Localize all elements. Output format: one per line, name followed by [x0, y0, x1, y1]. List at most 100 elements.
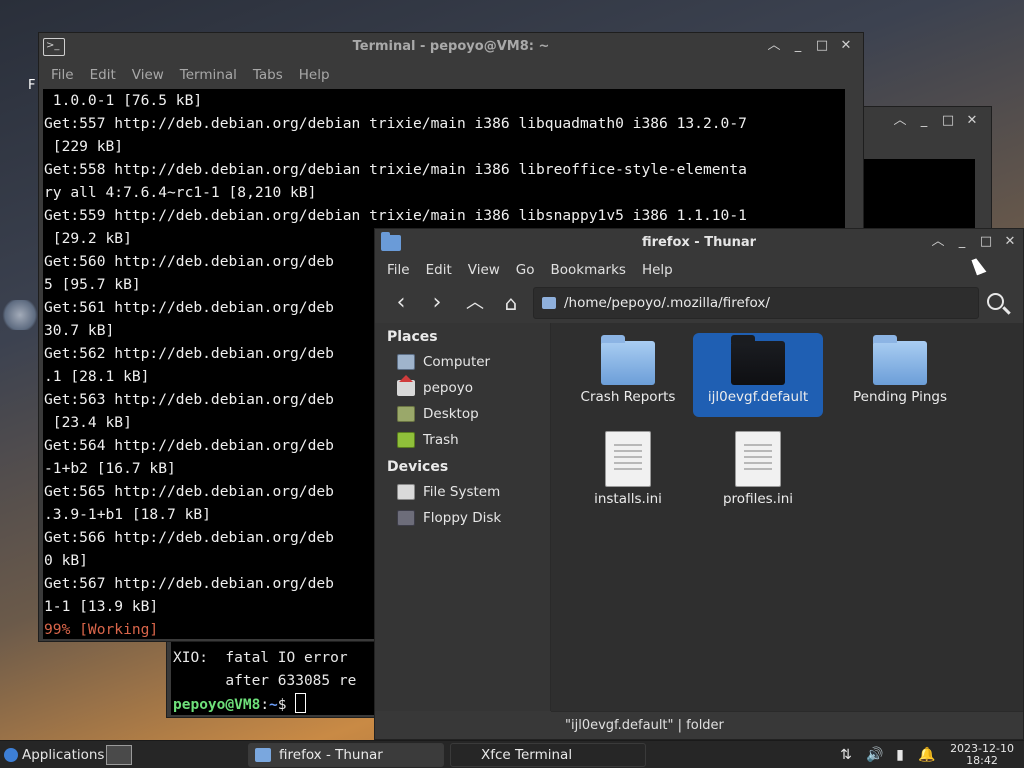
sidebar: Places Computer pepoyo Desktop Trash Dev…	[375, 323, 551, 713]
applications-icon	[4, 748, 18, 762]
sidebar-item-label: File System	[423, 484, 501, 500]
desktop-icon	[397, 406, 415, 422]
menu-edit[interactable]: Edit	[426, 262, 452, 278]
computer-icon	[397, 354, 415, 370]
maximize-icon[interactable]: □	[941, 113, 955, 129]
folder-icon	[601, 335, 655, 385]
terminal-line: ry all 4:7.6.4~rc1-1 [8,210 kB]	[44, 184, 317, 201]
applications-menu[interactable]: Applications	[4, 741, 104, 768]
drive-icon	[397, 484, 415, 500]
task-label: Xfce Terminal	[481, 747, 573, 763]
sidebar-item-label: Trash	[423, 432, 459, 448]
sidebar-item-label: Floppy Disk	[423, 510, 502, 526]
folder-icon	[542, 297, 556, 309]
menu-go[interactable]: Go	[516, 262, 535, 278]
menu-edit[interactable]: Edit	[90, 67, 116, 83]
home-icon[interactable]: ⌂	[497, 289, 525, 317]
thunar-menubar: File Edit View Go Bookmarks Help	[375, 257, 1023, 283]
task-terminal[interactable]: 2 Xfce Terminal	[450, 743, 646, 767]
menu-file[interactable]: File	[387, 262, 410, 278]
task-thunar[interactable]: firefox - Thunar	[248, 743, 444, 767]
back-terminal-output: XIO: fatal IO error after 633085 re pepoy…	[173, 647, 356, 717]
file-label: Crash Reports	[580, 389, 676, 405]
menu-terminal[interactable]: Terminal	[180, 67, 237, 83]
network-icon[interactable]: ⇅	[838, 747, 854, 763]
sidebar-item-home[interactable]: pepoyo	[375, 375, 550, 401]
minimize-icon[interactable]: _	[917, 113, 931, 129]
file-item-installs-ini[interactable]: installs.ini	[563, 427, 693, 511]
shade-icon[interactable]: ︿	[893, 113, 907, 129]
floppy-disk-icon	[397, 510, 415, 526]
task-label: firefox - Thunar	[279, 747, 383, 763]
clock-time: 18:42	[966, 754, 998, 767]
file-label: ijl0evgf.default	[707, 389, 809, 405]
places-header: Places	[387, 329, 438, 345]
workspace-switcher[interactable]	[106, 745, 132, 765]
thunar-toolbar: ‹ › ︿ ⌂ /home/pepoyo/.mozilla/firefox/	[375, 283, 1023, 323]
sidebar-item-computer[interactable]: Computer	[375, 349, 550, 375]
shell-prompt[interactable]: pepoyo@VM8:~$	[173, 693, 356, 717]
minimize-icon[interactable]: _	[955, 234, 969, 250]
menu-view[interactable]: View	[468, 262, 500, 278]
maximize-icon[interactable]: □	[979, 234, 993, 250]
close-icon[interactable]: ✕	[839, 38, 853, 54]
close-icon[interactable]: ✕	[1003, 234, 1017, 250]
menu-tabs[interactable]: Tabs	[253, 67, 283, 83]
window-title: Terminal - pepoyo@VM8: ~	[352, 39, 550, 54]
menu-help[interactable]: Help	[299, 67, 330, 83]
menu-help[interactable]: Help	[642, 262, 673, 278]
sidebar-item-filesystem[interactable]: File System	[375, 479, 550, 505]
battery-icon[interactable]: ▮	[892, 747, 908, 763]
file-item-profile-folder[interactable]: ijl0evgf.default	[693, 333, 823, 417]
notification-bell-icon[interactable]: 🔔	[918, 747, 935, 763]
terminal-titlebar[interactable]: >_ Terminal - pepoyo@VM8: ~ ︿ _ □ ✕	[39, 33, 863, 61]
desktop-icon[interactable]	[0, 300, 40, 330]
applications-label: Applications	[22, 747, 105, 763]
sidebar-item-desktop[interactable]: Desktop	[375, 401, 550, 427]
terminal-line: Get:557 http://deb.debian.org/debian tri…	[44, 115, 747, 132]
devices-header: Devices	[387, 459, 449, 475]
volume-icon[interactable]: 🔊	[866, 747, 883, 763]
file-label: Pending Pings	[852, 389, 947, 405]
terminal-menubar: File Edit View Terminal Tabs Help	[39, 61, 863, 89]
location-bar[interactable]: /home/pepoyo/.mozilla/firefox/	[533, 287, 979, 319]
clock[interactable]: 2023-12-10 18:42	[950, 743, 1014, 767]
thunar-window[interactable]: firefox - Thunar ︿ _ □ ✕ File Edit View …	[374, 228, 1024, 740]
maximize-icon[interactable]: □	[815, 38, 829, 54]
file-item-profiles-ini[interactable]: profiles.ini	[693, 427, 823, 511]
search-icon[interactable]	[983, 289, 1013, 319]
xio-error-line-2: after 633085 re	[173, 673, 357, 689]
text-cursor	[295, 693, 307, 713]
terminal-line: Get:558 http://deb.debian.org/debian tri…	[44, 161, 747, 178]
menu-bookmarks[interactable]: Bookmarks	[551, 262, 626, 278]
document-icon	[735, 431, 781, 487]
prompt-path: ~	[269, 697, 278, 713]
prompt-dollar: $	[277, 697, 296, 713]
file-item-pending-pings[interactable]: Pending Pings	[835, 333, 965, 411]
folder-icon	[873, 335, 927, 385]
folder-icon	[731, 335, 785, 385]
parent-folder-icon[interactable]: ︿	[461, 289, 489, 317]
file-label: profiles.ini	[722, 491, 794, 507]
menu-file[interactable]: File	[51, 67, 74, 83]
sidebar-item-floppy[interactable]: Floppy Disk	[375, 505, 550, 531]
file-label: installs.ini	[594, 491, 662, 507]
home-folder-icon	[397, 375, 415, 396]
menu-view[interactable]: View	[132, 67, 164, 83]
prompt-sep: :	[260, 697, 270, 713]
taskbar: Applications firefox - Thunar 2 Xfce Ter…	[0, 740, 1024, 768]
file-view[interactable]: Crash Reports ijl0evgf.default Pending P…	[551, 323, 1023, 713]
xio-error-line: XIO: fatal IO error	[173, 650, 348, 666]
trash-icon	[397, 432, 415, 448]
thunar-titlebar[interactable]: firefox - Thunar ︿ _ □ ✕	[375, 229, 1023, 257]
sidebar-footer	[375, 711, 551, 739]
forward-arrow-icon[interactable]: ›	[423, 289, 451, 317]
shade-icon[interactable]: ︿	[767, 38, 781, 54]
close-icon[interactable]: ✕	[965, 113, 979, 129]
shade-icon[interactable]: ︿	[931, 234, 945, 250]
location-path[interactable]: /home/pepoyo/.mozilla/firefox/	[564, 295, 770, 311]
back-arrow-icon[interactable]: ‹	[387, 289, 415, 317]
minimize-icon[interactable]: _	[791, 38, 805, 54]
file-item-crash-reports[interactable]: Crash Reports	[563, 333, 693, 411]
sidebar-item-trash[interactable]: Trash	[375, 427, 550, 453]
